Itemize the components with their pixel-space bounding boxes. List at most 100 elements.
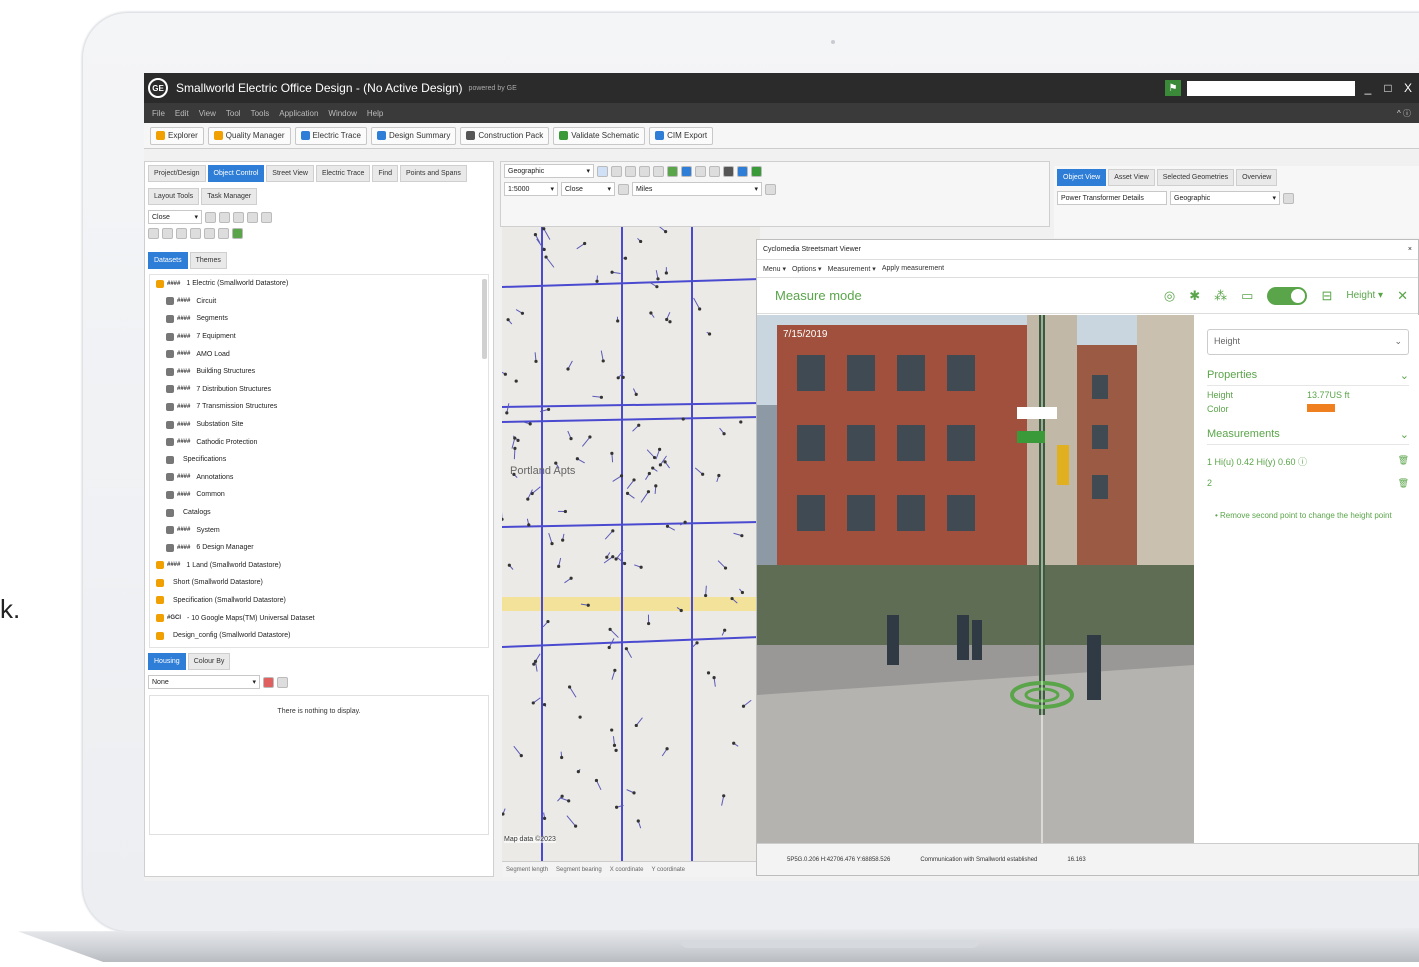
- scale-select[interactable]: 1:5000 ▾: [504, 182, 558, 196]
- tree-item[interactable]: #### Annotations: [150, 469, 488, 487]
- target-icon[interactable]: ◎: [1164, 288, 1175, 304]
- none-select[interactable]: None ▾: [148, 675, 260, 689]
- street-panorama[interactable]: 7/15/2019: [757, 315, 1194, 843]
- lock-icon[interactable]: [1283, 192, 1294, 204]
- menu-tool[interactable]: Tool: [226, 109, 241, 118]
- close-icon[interactable]: ×: [1408, 246, 1412, 253]
- lock-icon[interactable]: [618, 183, 629, 195]
- tree-item[interactable]: #### 1 Electric (Smallworld Datastore): [150, 275, 488, 293]
- tool-icon-2[interactable]: [162, 228, 173, 239]
- tab-housing[interactable]: Housing: [148, 653, 186, 670]
- info-icon[interactable]: [261, 211, 272, 223]
- refresh-icon[interactable]: [667, 165, 678, 177]
- construction-pack-button[interactable]: Construction Pack: [460, 126, 550, 145]
- tab-colour-by[interactable]: Colour By: [187, 653, 231, 670]
- close-button[interactable]: X: [1401, 81, 1415, 95]
- tab-find[interactable]: Find: [372, 165, 398, 182]
- bookmark-icon[interactable]: [653, 165, 664, 177]
- info-icon[interactable]: [277, 676, 288, 688]
- tab-task-manager[interactable]: Task Manager: [201, 188, 258, 205]
- viewer-menu-options[interactable]: Options ▾: [792, 265, 822, 273]
- menu-tools[interactable]: Tools: [251, 109, 270, 118]
- tree-item[interactable]: #### 7 Equipment: [150, 328, 488, 346]
- layer-icon-1[interactable]: [723, 165, 734, 177]
- cim-export-button[interactable]: CIM Export: [649, 126, 714, 145]
- tool-icon-6[interactable]: [218, 228, 229, 239]
- tab-object-view[interactable]: Object View: [1057, 169, 1107, 186]
- tree-item[interactable]: #### Common: [150, 486, 488, 504]
- print-icon[interactable]: [709, 165, 720, 177]
- edit-icon[interactable]: [219, 211, 230, 223]
- search-icon[interactable]: ⚑: [1165, 80, 1181, 96]
- copy-icon[interactable]: [233, 211, 244, 223]
- tree-item[interactable]: #### Substation Site: [150, 416, 488, 434]
- properties-header[interactable]: Properties ⌄: [1207, 369, 1409, 386]
- right-projection-select[interactable]: Geographic ▾: [1170, 191, 1280, 205]
- tree-item[interactable]: #### Circuit: [150, 293, 488, 311]
- height-field[interactable]: Height ⌄: [1207, 329, 1409, 355]
- pin-icon[interactable]: [263, 676, 274, 688]
- tree-item[interactable]: #### 1 Land (Smallworld Datastore): [150, 557, 488, 575]
- color-swatch[interactable]: [1307, 404, 1335, 412]
- tab-themes[interactable]: Themes: [189, 252, 227, 269]
- bookmark-icon[interactable]: [205, 211, 216, 223]
- zoom-in-icon[interactable]: [611, 165, 622, 177]
- tree-item[interactable]: #### 7 Distribution Structures: [150, 381, 488, 399]
- tab-street-view[interactable]: Street View: [266, 165, 314, 182]
- menu-help[interactable]: Help: [367, 109, 383, 118]
- tab-layout-tools[interactable]: Layout Tools: [148, 188, 200, 205]
- object-type-select[interactable]: Power Transformer Details: [1057, 191, 1167, 205]
- validate-schematic-button[interactable]: Validate Schematic: [553, 126, 646, 145]
- tree-item[interactable]: #### Cathodic Protection: [150, 433, 488, 451]
- layer-icon-3[interactable]: [751, 165, 762, 177]
- units-select[interactable]: Miles ▾: [632, 182, 762, 196]
- tab-selected-geometries[interactable]: Selected Geometries: [1156, 169, 1235, 186]
- tree-item[interactable]: Specifications: [150, 451, 488, 469]
- explorer-button[interactable]: Explorer: [150, 126, 204, 145]
- tab-project-design[interactable]: Project/Design: [148, 165, 206, 182]
- scale-mode-select[interactable]: Close ▾: [561, 182, 615, 196]
- tab-object-control[interactable]: Object Control: [207, 165, 265, 182]
- tree-item[interactable]: Specification (Smallworld Datastore): [150, 592, 488, 610]
- menu-edit[interactable]: Edit: [175, 109, 189, 118]
- tree-item[interactable]: Short (Smallworld Datastore): [150, 574, 488, 592]
- tool-icon-5[interactable]: [204, 228, 215, 239]
- electric-trace-button[interactable]: Electric Trace: [294, 126, 367, 145]
- tab-overview[interactable]: Overview: [1236, 169, 1278, 186]
- tree-item[interactable]: #### 7 Transmission Structures: [150, 398, 488, 416]
- tree-item[interactable]: #### AMO Load: [150, 345, 488, 363]
- design-summary-button[interactable]: Design Summary: [370, 126, 457, 145]
- tab-asset-view[interactable]: Asset View: [1108, 169, 1155, 186]
- tab-datasets[interactable]: Datasets: [148, 252, 188, 269]
- tool-icon-1[interactable]: [148, 228, 159, 239]
- menu-view[interactable]: View: [199, 109, 216, 118]
- menu-file[interactable]: File: [152, 109, 165, 118]
- tree-item[interactable]: #### 6 Design Manager: [150, 539, 488, 557]
- tree-item[interactable]: Design_config (Smallworld Datastore): [150, 627, 488, 645]
- projection-select[interactable]: Geographic ▾: [504, 164, 594, 178]
- close-select[interactable]: Close ▾: [148, 210, 202, 224]
- tree-item[interactable]: #### Segments: [150, 310, 488, 328]
- frame-icon[interactable]: ⊟: [1321, 288, 1332, 304]
- tree-item[interactable]: #GCI - 10 Google Maps(TM) Universal Datas…: [150, 609, 488, 627]
- tree-item[interactable]: #### Building Structures: [150, 363, 488, 381]
- tab-electric-trace[interactable]: Electric Trace: [315, 165, 371, 182]
- tab-points-spans[interactable]: Points and Spans: [399, 165, 467, 182]
- rectangle-icon[interactable]: ▭: [1241, 288, 1253, 304]
- maximize-button[interactable]: □: [1381, 81, 1395, 95]
- map-view[interactable]: Portland Apts Map data ©2023 Segment len…: [502, 227, 760, 877]
- tool-icon-3[interactable]: [176, 228, 187, 239]
- quality-manager-button[interactable]: Quality Manager: [207, 126, 291, 145]
- green-tool-icon[interactable]: [232, 228, 243, 239]
- measurements-header[interactable]: Measurements ⌄: [1207, 428, 1409, 445]
- forward-icon[interactable]: [695, 165, 706, 177]
- zoom-out-icon[interactable]: [625, 165, 636, 177]
- menu-window[interactable]: Window: [328, 109, 356, 118]
- measure-toggle[interactable]: [1267, 286, 1308, 305]
- tool-icon-4[interactable]: [190, 228, 201, 239]
- pin-icon[interactable]: ✱: [1189, 288, 1200, 304]
- minimize-button[interactable]: _: [1361, 81, 1375, 95]
- search-input[interactable]: [1187, 80, 1355, 96]
- viewer-menu-measurement[interactable]: Measurement ▾: [828, 265, 876, 273]
- menu-application[interactable]: Application: [279, 109, 318, 118]
